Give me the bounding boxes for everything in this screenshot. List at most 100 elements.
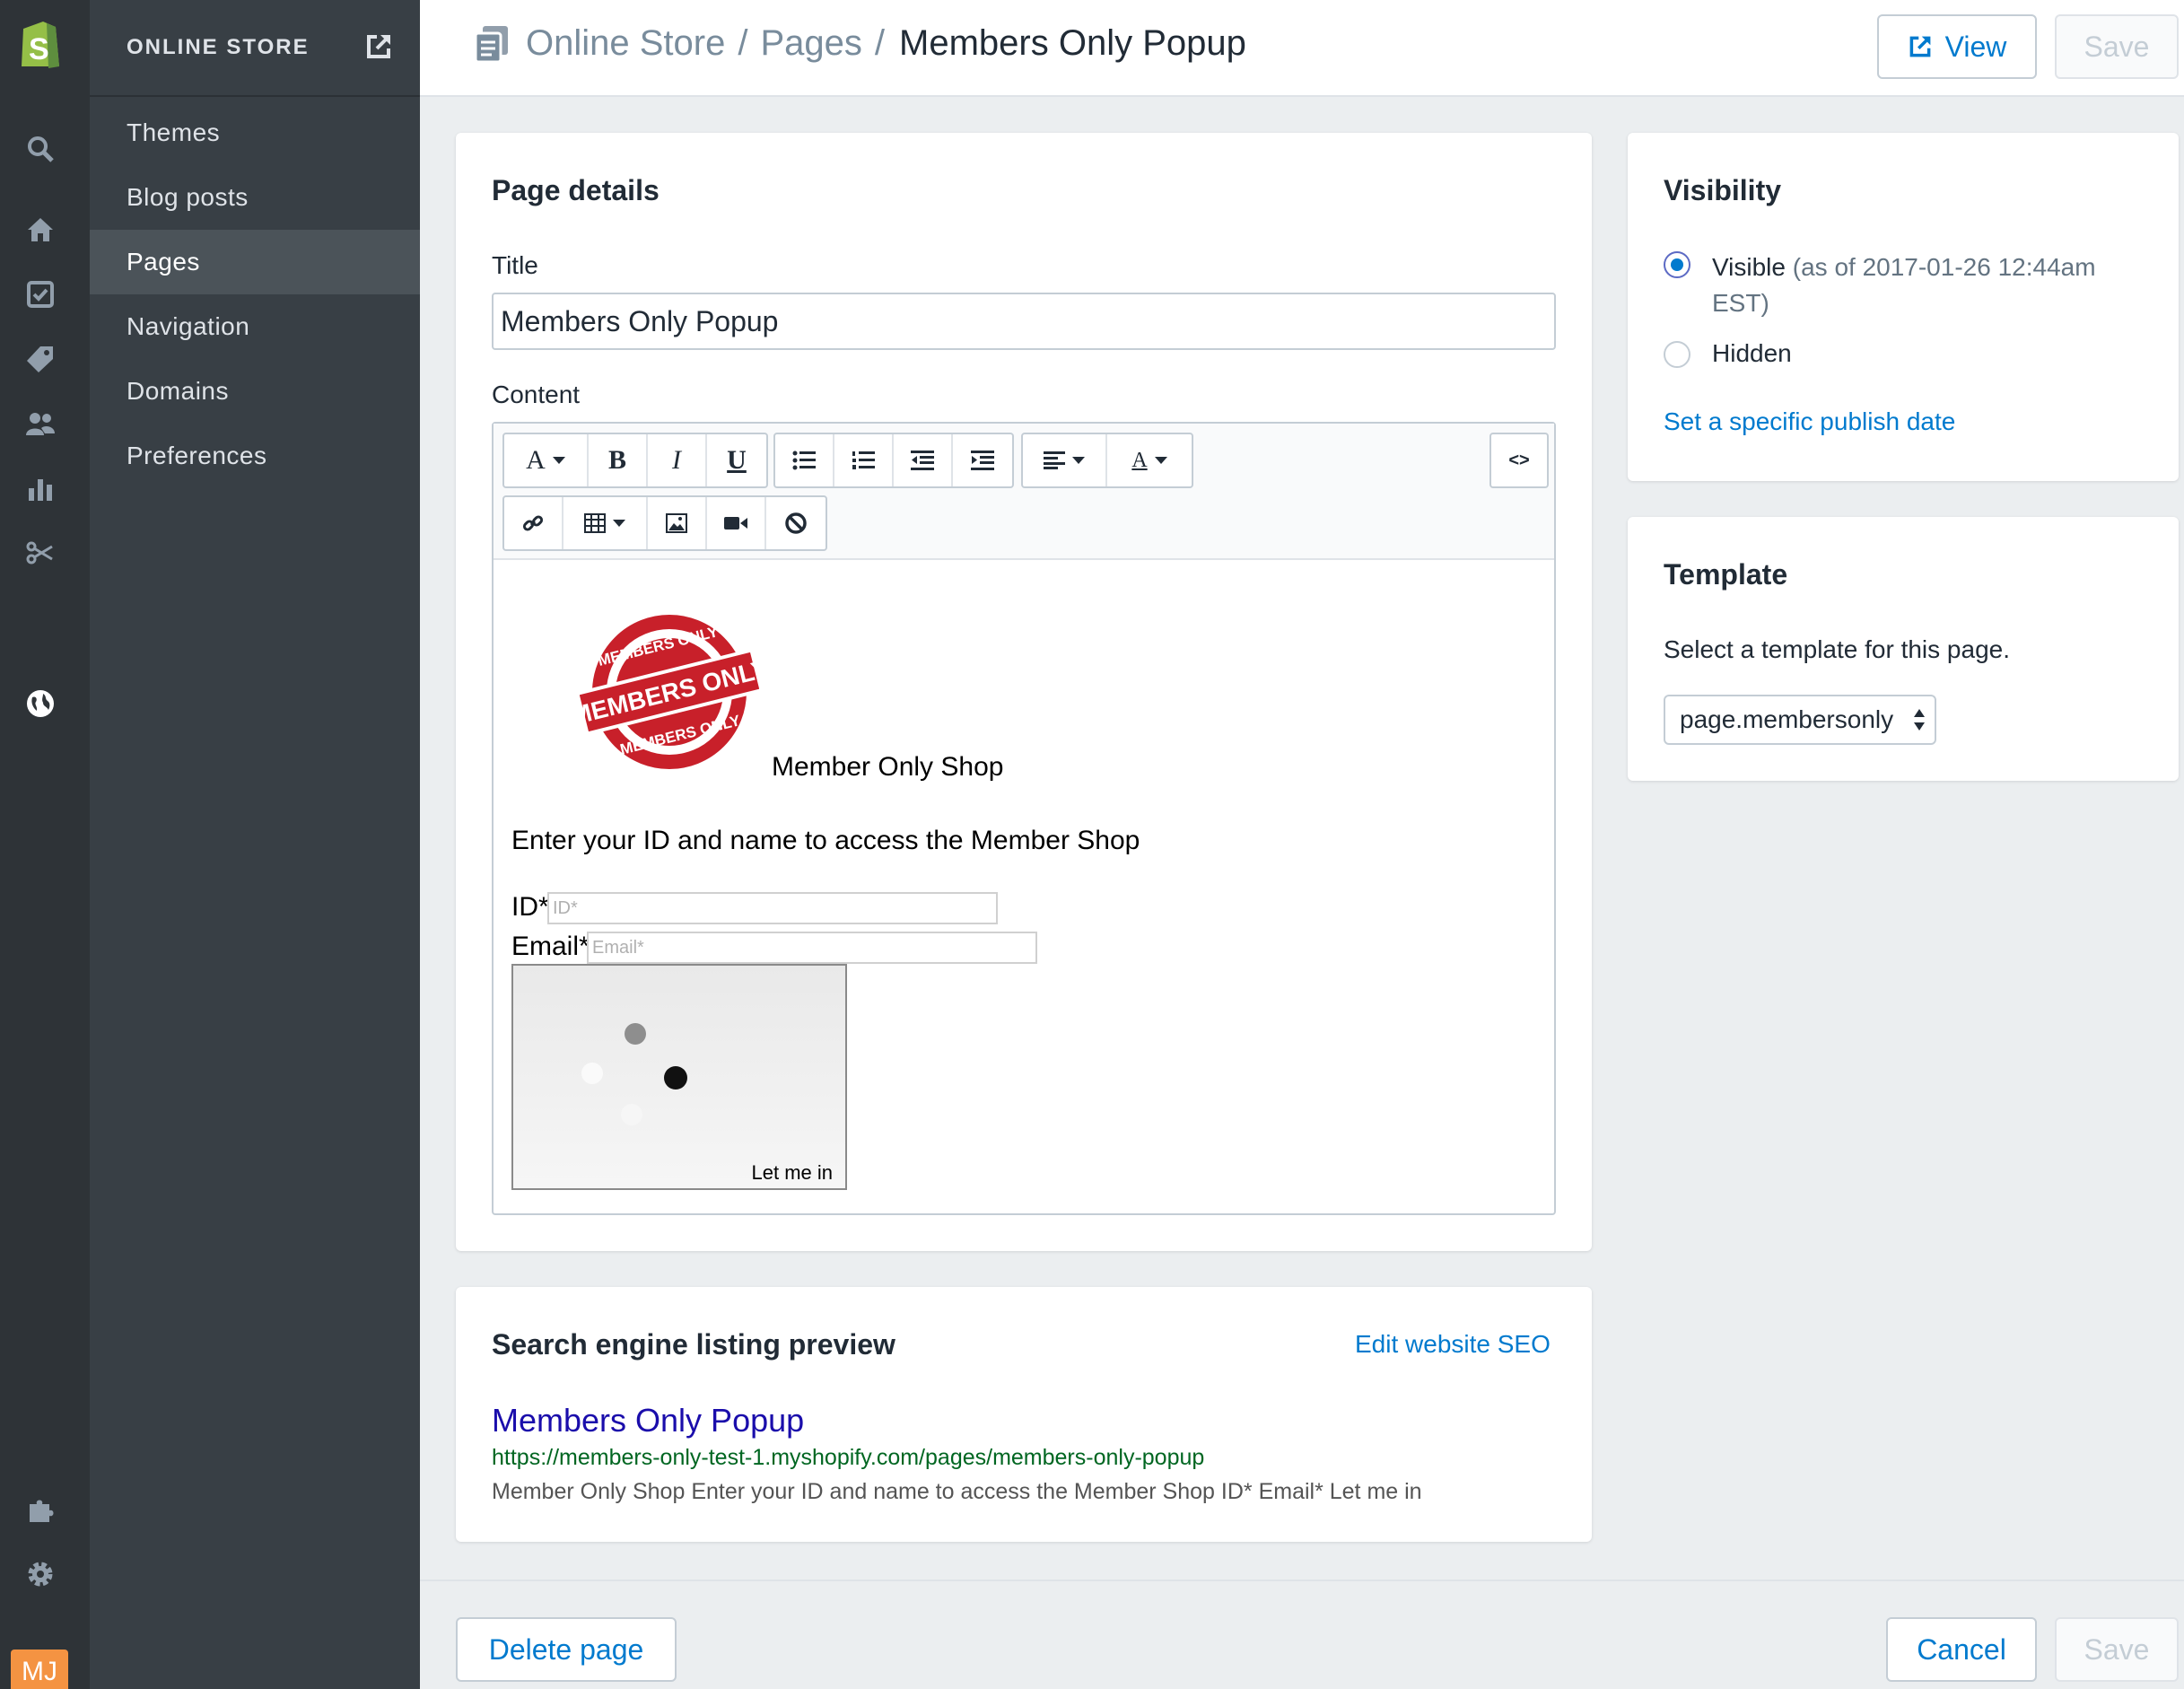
products-tag-icon[interactable] [22, 341, 58, 377]
delete-page-label: Delete page [488, 1632, 644, 1666]
save-button-top[interactable]: Save [2055, 14, 2179, 79]
edit-website-seo-link[interactable]: Edit website SEO [1355, 1330, 1551, 1359]
insert-link-button[interactable] [504, 497, 563, 549]
outdent-button[interactable] [894, 434, 953, 486]
visible-date-note: (as of 2017-01-26 12:44am [1785, 253, 2096, 281]
cancel-label: Cancel [1917, 1632, 2006, 1666]
view-button-label: View [1944, 30, 2007, 63]
orders-icon[interactable] [22, 276, 58, 312]
hidden-label: Hidden [1712, 339, 1792, 367]
email-field-label: Email* [511, 932, 590, 961]
template-description: Select a template for this page. [1664, 635, 2010, 663]
visible-timezone-note: EST) [1712, 289, 1769, 317]
toolbar-group-html: <> [1489, 433, 1549, 488]
visible-radio[interactable] [1664, 251, 1690, 278]
indent-button[interactable] [953, 434, 1012, 486]
bold-button[interactable]: B [589, 434, 648, 486]
template-heading: Template [1664, 558, 1788, 591]
hidden-radio[interactable] [1664, 341, 1690, 368]
toolbar-group-insert [502, 495, 827, 551]
pages-icon [474, 25, 508, 63]
bulleted-list-button[interactable] [775, 434, 834, 486]
loading-dot [581, 1063, 603, 1084]
sidebar-item-preferences[interactable]: Preferences [90, 424, 420, 488]
outdent-icon [911, 451, 934, 470]
breadcrumb-pages[interactable]: Pages [760, 23, 861, 64]
reports-icon[interactable] [22, 470, 58, 506]
text-color-button[interactable]: A [1107, 434, 1192, 486]
breadcrumb: Online Store / Pages / Members Only Popu… [474, 23, 1246, 64]
online-store-globe-icon[interactable] [22, 686, 58, 722]
set-publish-date-link[interactable]: Set a specific publish date [1664, 407, 1955, 436]
title-input[interactable]: Members Only Popup [492, 293, 1556, 350]
view-button[interactable]: View [1877, 14, 2037, 79]
intro-text: Enter your ID and name to access the Mem… [511, 826, 1140, 855]
customers-icon[interactable] [22, 406, 58, 442]
font-format-button[interactable]: A [504, 434, 589, 486]
sidebar-item-navigation[interactable]: Navigation [90, 294, 420, 359]
underline-button[interactable]: U [707, 434, 766, 486]
table-icon [584, 513, 606, 533]
breadcrumb-separator: / [874, 23, 886, 63]
align-left-icon [1044, 451, 1065, 469]
font-format-label: A [526, 445, 546, 475]
online-store-sidebar: ONLINE STORE Themes Blog posts Pages Nav… [90, 0, 420, 1689]
breadcrumb-separator: / [738, 23, 748, 63]
apps-puzzle-icon[interactable] [22, 1492, 58, 1527]
external-link-icon [1909, 36, 1930, 57]
submit-button-preview[interactable]: Let me in [511, 964, 847, 1190]
id-field-label: ID* [511, 892, 549, 922]
numbered-list-button[interactable] [834, 434, 894, 486]
seo-heading: Search engine listing preview [492, 1328, 895, 1361]
title-input-value: Members Only Popup [501, 304, 779, 337]
breadcrumb-online-store[interactable]: Online Store [526, 23, 725, 64]
external-link-icon[interactable] [364, 32, 393, 61]
template-select-value: page.membersonly [1680, 705, 1894, 733]
sidebar-item-pages[interactable]: Pages [90, 230, 420, 294]
settings-gear-icon[interactable] [22, 1556, 58, 1592]
home-icon[interactable] [22, 212, 58, 248]
rich-text-editor: A B I U A <> MEMBERS ONLY MEMBERS ONLY M… [492, 422, 1556, 1215]
clear-formatting-icon [785, 512, 807, 534]
submit-button-label: Let me in [751, 1161, 834, 1184]
sidebar-item-blog-posts[interactable]: Blog posts [90, 165, 420, 230]
discounts-icon[interactable] [22, 535, 58, 571]
chevron-down-icon [1154, 457, 1167, 464]
sidebar-section-title: ONLINE STORE [127, 35, 310, 59]
id-field[interactable]: ID* [547, 892, 998, 924]
html-source-button[interactable]: <> [1491, 434, 1547, 486]
numbered-list-icon [852, 451, 875, 469]
italic-button[interactable]: I [648, 434, 707, 486]
seo-preview-title: Members Only Popup [492, 1402, 805, 1439]
shopify-logo-icon[interactable]: S [16, 16, 63, 70]
top-bar: Online Store / Pages / Members Only Popu… [420, 0, 2184, 97]
insert-image-button[interactable] [648, 497, 707, 549]
email-field-placeholder: Email* [592, 937, 644, 958]
footer-divider [420, 1580, 2184, 1581]
insert-video-button[interactable] [707, 497, 766, 549]
align-button[interactable] [1023, 434, 1107, 486]
save-label: Save [2084, 1632, 2150, 1666]
video-camera-icon [724, 517, 747, 529]
sidebar-item-domains[interactable]: Domains [90, 359, 420, 424]
clear-formatting-button[interactable] [766, 497, 826, 549]
cancel-button[interactable]: Cancel [1886, 1617, 2037, 1682]
link-icon [522, 515, 544, 531]
template-select[interactable]: page.membersonly [1664, 695, 1936, 745]
id-field-placeholder: ID* [553, 897, 578, 918]
sidebar-item-themes[interactable]: Themes [90, 101, 420, 165]
delete-page-button[interactable]: Delete page [456, 1617, 677, 1682]
members-only-badge-image: MEMBERS ONLY MEMBERS ONLY MEMBERS ONLY [580, 611, 759, 773]
page-details-heading: Page details [492, 174, 660, 206]
app-icon-rail: S MJ [0, 0, 90, 1689]
avatar[interactable]: MJ [11, 1650, 68, 1689]
loading-dot [664, 1066, 687, 1090]
save-button-bottom[interactable]: Save [2055, 1617, 2179, 1682]
insert-table-button[interactable] [563, 497, 648, 549]
indent-icon [971, 451, 994, 470]
editor-content[interactable]: MEMBERS ONLY MEMBERS ONLY MEMBERS ONLY M… [494, 560, 1554, 1213]
search-icon[interactable] [22, 131, 58, 167]
seo-preview-description: Member Only Shop Enter your ID and name … [492, 1479, 1422, 1504]
bulleted-list-icon [792, 451, 816, 470]
email-field[interactable]: Email* [587, 932, 1037, 964]
